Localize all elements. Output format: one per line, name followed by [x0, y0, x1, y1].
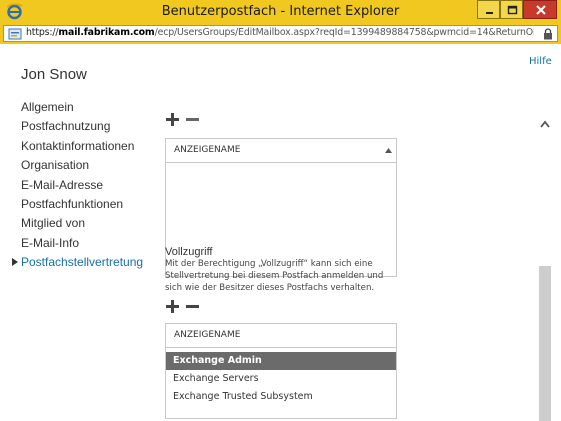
nav-item-organisation[interactable]: Organisation: [21, 158, 161, 177]
title-bar[interactable]: Benutzerpostfach - Internet Explorer: [0, 0, 561, 24]
full-access-title: Vollzugriff: [165, 246, 213, 258]
full-access-description: Mit der Berechtigung „Vollzugriff“ kann …: [165, 259, 384, 294]
active-arrow-icon: [12, 258, 18, 267]
maximize-button[interactable]: [500, 0, 523, 19]
remove-icon[interactable]: [186, 300, 199, 313]
url-path: /ecp/UsersGroups/EditMailbox.aspx?reqId=…: [154, 27, 534, 38]
nav-item-postfachnutzung[interactable]: Postfachnutzung: [21, 119, 161, 138]
maximize-icon: [507, 5, 518, 15]
full-access-list[interactable]: ANZEIGENAME Exchange Admin Exchange Serv…: [165, 323, 397, 419]
nav-item-kontaktinformationen[interactable]: Kontaktinformationen: [21, 139, 161, 158]
column-header-display-name: ANZEIGENAME: [174, 145, 241, 155]
remove-icon[interactable]: [186, 113, 199, 126]
add-icon[interactable]: [166, 113, 179, 126]
close-icon: [536, 5, 546, 15]
nav-item-email-info[interactable]: E-Mail-Info: [21, 236, 161, 255]
column-header-display-name: ANZEIGENAME: [174, 330, 241, 340]
nav-item-label: Postfachstellvertretung: [21, 255, 144, 270]
list-row[interactable]: Exchange Admin: [166, 352, 396, 370]
nav-item-allgemein[interactable]: Allgemein: [21, 100, 161, 119]
lock-icon[interactable]: [543, 28, 553, 40]
sidebar-nav: Allgemein Postfachnutzung Kontaktinforma…: [12, 100, 161, 275]
add-icon[interactable]: [166, 300, 179, 313]
minimize-icon: [486, 12, 493, 14]
address-bar: https://mail.fabrikam.com/ecp/UsersGroup…: [0, 24, 561, 44]
scrollbar-thumb[interactable]: [539, 266, 551, 421]
nav-item-postfachstellvertretung[interactable]: Postfachstellvertretung: [12, 255, 161, 274]
url-prefix: https://: [26, 27, 59, 38]
list-row[interactable]: Exchange Trusted Subsystem: [166, 388, 396, 406]
minimize-button[interactable]: [477, 0, 500, 19]
sort-ascending-icon[interactable]: [385, 148, 392, 153]
url-host: mail.fabrikam.com: [58, 27, 155, 38]
nav-item-mitglied-von[interactable]: Mitglied von: [21, 216, 161, 235]
list-header[interactable]: ANZEIGENAME: [166, 324, 396, 348]
list-row[interactable]: Exchange Servers: [166, 370, 396, 388]
page-title: Jon Snow: [21, 66, 87, 83]
url-field[interactable]: https://mail.fabrikam.com/ecp/UsersGroup…: [3, 25, 558, 42]
send-as-toolbar: [166, 113, 200, 127]
list-header[interactable]: ANZEIGENAME: [166, 139, 396, 163]
scroll-up-icon[interactable]: [540, 120, 550, 128]
nav-item-email-adresse[interactable]: E-Mail-Adresse: [21, 178, 161, 197]
url-text: https://mail.fabrikam.com/ecp/UsersGroup…: [26, 27, 534, 38]
full-access-toolbar: [166, 300, 200, 314]
page-icon: [8, 28, 22, 40]
close-button[interactable]: [523, 0, 557, 19]
nav-item-postfachfunktionen[interactable]: Postfachfunktionen: [21, 197, 161, 216]
help-link[interactable]: Hilfe: [529, 56, 552, 67]
page-content: Hilfe Jon Snow Allgemein Postfachnutzung…: [0, 44, 561, 421]
browser-window: Benutzerpostfach - Internet Explorer htt…: [0, 0, 561, 421]
